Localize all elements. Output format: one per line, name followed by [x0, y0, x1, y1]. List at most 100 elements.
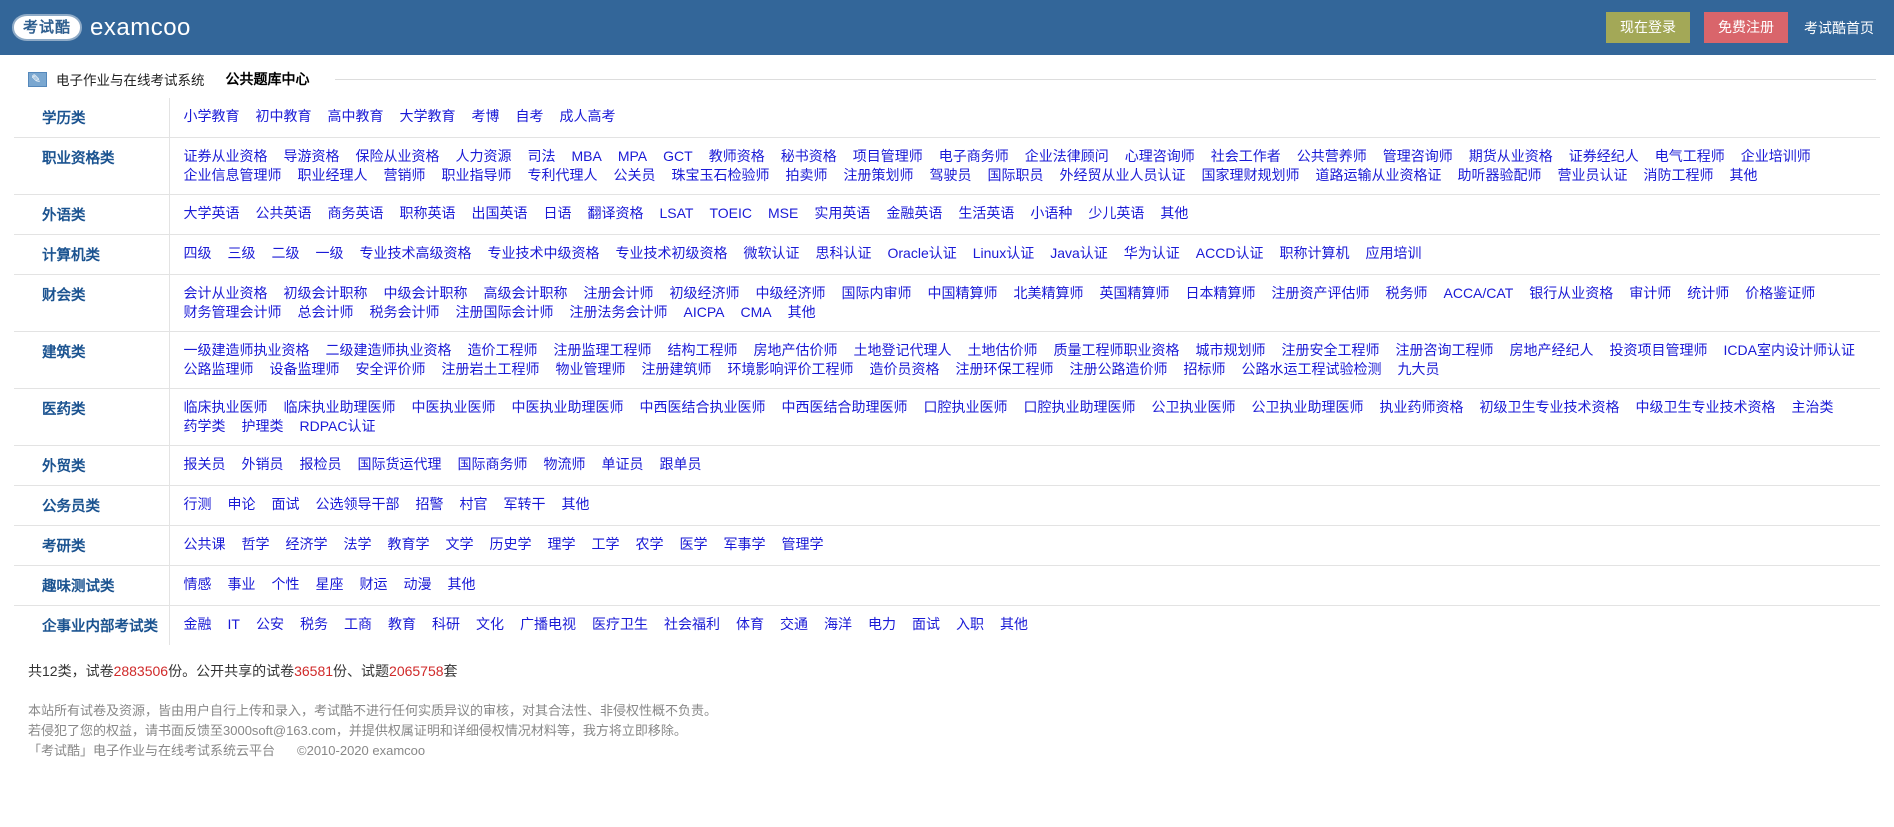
category-link[interactable]: 个性 — [272, 575, 300, 594]
category-link[interactable]: 注册法务会计师 — [570, 303, 668, 322]
category-link[interactable]: 一级 — [316, 244, 344, 263]
register-button[interactable]: 免费注册 — [1704, 12, 1788, 43]
category-link[interactable]: 注册监理工程师 — [554, 341, 652, 360]
category-link[interactable]: 结构工程师 — [668, 341, 738, 360]
category-link[interactable]: 自考 — [516, 107, 544, 126]
category-link[interactable]: 审计师 — [1629, 284, 1671, 303]
category-link[interactable]: 英国精算师 — [1100, 284, 1170, 303]
category-link[interactable]: 会计从业资格 — [184, 284, 268, 303]
category-link[interactable]: CMA — [740, 303, 771, 322]
category-link[interactable]: 思科认证 — [816, 244, 872, 263]
category-link[interactable]: 国际商务师 — [458, 455, 528, 474]
category-link[interactable]: 保险从业资格 — [356, 147, 440, 166]
category-link[interactable]: 房地产经纪人 — [1510, 341, 1594, 360]
category-link[interactable]: 微软认证 — [744, 244, 800, 263]
category-link[interactable]: GCT — [663, 147, 693, 166]
category-link[interactable]: 生活英语 — [958, 204, 1014, 223]
category-link[interactable]: 注册策划师 — [844, 166, 914, 185]
category-link[interactable]: 职称计算机 — [1279, 244, 1349, 263]
category-link[interactable]: 科研 — [432, 615, 460, 634]
category-link[interactable]: 拍卖师 — [786, 166, 828, 185]
category-link[interactable]: 珠宝玉石检验师 — [672, 166, 770, 185]
category-link[interactable]: Java认证 — [1050, 244, 1108, 263]
category-link[interactable]: MBA — [572, 147, 602, 166]
category-link[interactable]: 临床执业医师 — [184, 398, 268, 417]
category-link[interactable]: 城市规划师 — [1196, 341, 1266, 360]
category-link[interactable]: 期货从业资格 — [1469, 147, 1553, 166]
category-link[interactable]: 中西医结合执业医师 — [640, 398, 766, 417]
category-link[interactable]: 高中教育 — [328, 107, 384, 126]
category-link[interactable]: 心理咨询师 — [1125, 147, 1195, 166]
category-link[interactable]: 财运 — [360, 575, 388, 594]
category-link[interactable]: 工学 — [592, 535, 620, 554]
category-link[interactable]: 交通 — [780, 615, 808, 634]
category-link[interactable]: 中级卫生专业技术资格 — [1636, 398, 1776, 417]
category-link[interactable]: 初中教育 — [256, 107, 312, 126]
category-link[interactable]: 专业技术高级资格 — [360, 244, 472, 263]
category-link[interactable]: 军事学 — [724, 535, 766, 554]
category-link[interactable]: 四级 — [184, 244, 212, 263]
category-link[interactable]: 中国精算师 — [928, 284, 998, 303]
category-link[interactable]: 华为认证 — [1124, 244, 1180, 263]
category-link[interactable]: 执业药师资格 — [1380, 398, 1464, 417]
homepage-link[interactable]: 考试酷首页 — [1802, 15, 1876, 41]
category-link[interactable]: 注册建筑师 — [642, 360, 712, 379]
category-link[interactable]: 公共营养师 — [1297, 147, 1367, 166]
category-link[interactable]: 助听器验配师 — [1458, 166, 1542, 185]
category-link[interactable]: 土地登记代理人 — [854, 341, 952, 360]
category-link[interactable]: TOEIC — [709, 204, 752, 223]
category-link[interactable]: 中西医结合助理医师 — [782, 398, 908, 417]
category-link[interactable]: 其他 — [788, 303, 816, 322]
category-link[interactable]: 安全评价师 — [356, 360, 426, 379]
category-link[interactable]: 动漫 — [404, 575, 432, 594]
category-link[interactable]: 管理咨询师 — [1383, 147, 1453, 166]
category-link[interactable]: 海洋 — [824, 615, 852, 634]
category-link[interactable]: 注册岩土工程师 — [442, 360, 540, 379]
category-link[interactable]: 造价员资格 — [870, 360, 940, 379]
category-link[interactable]: 电气工程师 — [1655, 147, 1725, 166]
category-link[interactable]: 国际内审师 — [842, 284, 912, 303]
category-link[interactable]: 社会工作者 — [1211, 147, 1281, 166]
category-link[interactable]: MSE — [768, 204, 798, 223]
category-link[interactable]: 面试 — [912, 615, 940, 634]
category-link[interactable]: 主治类 — [1792, 398, 1834, 417]
category-link[interactable]: 专利代理人 — [528, 166, 598, 185]
category-link[interactable]: 其他 — [1000, 615, 1028, 634]
category-link[interactable]: 实用英语 — [814, 204, 870, 223]
category-link[interactable]: LSAT — [660, 204, 694, 223]
category-link[interactable]: 高级会计职称 — [484, 284, 568, 303]
category-link[interactable]: 其他 — [1160, 204, 1188, 223]
category-link[interactable]: 大学教育 — [400, 107, 456, 126]
category-link[interactable]: 面试 — [272, 495, 300, 514]
category-link[interactable]: 历史学 — [490, 535, 532, 554]
category-link[interactable]: 临床执业助理医师 — [284, 398, 396, 417]
category-link[interactable]: 专业技术中级资格 — [488, 244, 600, 263]
category-link[interactable]: 税务师 — [1386, 284, 1428, 303]
category-link[interactable]: 道路运输从业资格证 — [1316, 166, 1442, 185]
category-link[interactable]: 职业经理人 — [298, 166, 368, 185]
category-link[interactable]: 其他 — [448, 575, 476, 594]
category-link[interactable]: AICPA — [684, 303, 725, 322]
category-link[interactable]: 企业信息管理师 — [184, 166, 282, 185]
category-link[interactable]: 单证员 — [602, 455, 644, 474]
category-link[interactable]: 外经贸从业人员认证 — [1060, 166, 1186, 185]
category-link[interactable]: 证券从业资格 — [184, 147, 268, 166]
category-link[interactable]: 文学 — [446, 535, 474, 554]
login-button[interactable]: 现在登录 — [1606, 12, 1690, 43]
category-link[interactable]: 导游资格 — [284, 147, 340, 166]
category-link[interactable]: 三级 — [228, 244, 256, 263]
category-link[interactable]: 注册资产评估师 — [1272, 284, 1370, 303]
category-link[interactable]: 商务英语 — [328, 204, 384, 223]
category-link[interactable]: 医疗卫生 — [592, 615, 648, 634]
category-link[interactable]: 职业指导师 — [442, 166, 512, 185]
category-link[interactable]: 报关员 — [184, 455, 226, 474]
category-link[interactable]: 村官 — [460, 495, 488, 514]
category-link[interactable]: 入职 — [956, 615, 984, 634]
category-link[interactable]: 注册会计师 — [584, 284, 654, 303]
category-link[interactable]: IT — [228, 615, 240, 634]
category-link[interactable]: ACCA/CAT — [1444, 284, 1514, 303]
category-link[interactable]: 一级建造师执业资格 — [184, 341, 310, 360]
category-link[interactable]: 九大员 — [1398, 360, 1440, 379]
brand-area[interactable]: 考试酷 examcoo — [14, 14, 191, 42]
category-link[interactable]: 公选领导干部 — [316, 495, 400, 514]
